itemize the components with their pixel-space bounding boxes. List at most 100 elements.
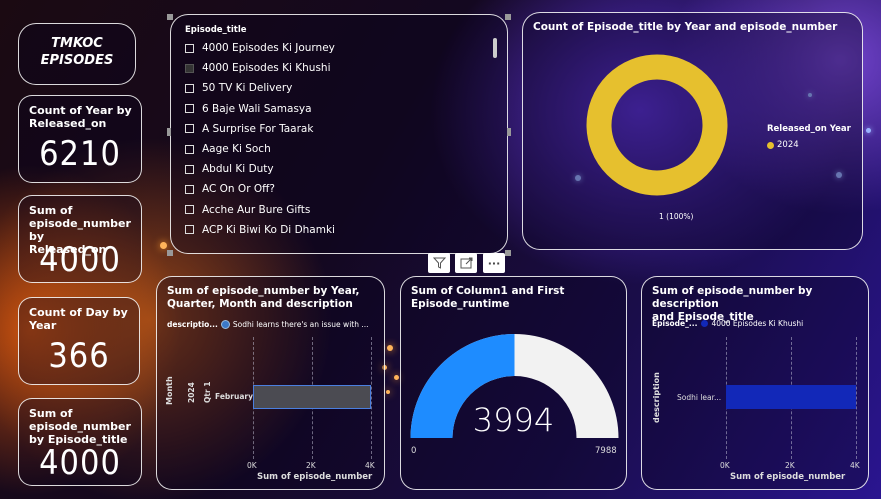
kpi-title: Count of Day by Year xyxy=(29,306,128,332)
kpi-value: 4000 xyxy=(39,443,121,483)
legend-label: 2024 xyxy=(777,140,799,150)
glow-dot xyxy=(160,242,167,249)
resize-handle[interactable] xyxy=(167,14,173,20)
slicer-item-label: A Surprise For Taarak xyxy=(202,122,314,135)
slicer-item-label: 50 TV Ki Delivery xyxy=(202,82,293,95)
donut-chart-card[interactable]: Count of Episode_title by Year and episo… xyxy=(522,12,863,250)
year-label: 2024 xyxy=(187,382,196,403)
resize-handle[interactable] xyxy=(505,14,511,20)
slicer-item-label: AC On Or Off? xyxy=(202,183,275,196)
x-tick: 4K xyxy=(850,461,860,470)
resize-handle[interactable] xyxy=(167,128,171,136)
glow-dot xyxy=(387,345,393,351)
slicer-item[interactable]: A Surprise For Taarak xyxy=(185,123,313,135)
checkbox[interactable] xyxy=(185,184,194,194)
slicer-item[interactable]: Aage Ki Soch xyxy=(185,143,271,155)
slicer-item[interactable]: ACP Ki Biwi Ko Di Dhamki xyxy=(185,224,335,236)
logo-card: TMKOC EPISODES xyxy=(18,23,136,85)
bar-chart-description-card[interactable]: Sum of episode_number by description and… xyxy=(641,276,869,490)
y-axis-title: description xyxy=(652,372,661,423)
checkbox[interactable] xyxy=(185,225,194,235)
slicer-item-label: ACP Ki Biwi Ko Di Dhamki xyxy=(202,223,335,236)
kpi-title: Sum of episode_number by Episode_title xyxy=(29,407,131,446)
chart-legend: Episode_... 4000 Episodes Ki Khushi xyxy=(652,319,803,328)
kpi-value: 6210 xyxy=(39,134,121,174)
checkbox[interactable] xyxy=(185,83,194,93)
logo-line2: EPISODES xyxy=(40,53,114,68)
slicer-item-label: 6 Baje Wali Samasya xyxy=(202,102,312,115)
bar-february[interactable] xyxy=(253,385,371,409)
checkbox[interactable] xyxy=(185,164,194,174)
funnel-icon xyxy=(432,257,446,269)
bar-chart-month-card[interactable]: Sum of episode_number by Year, Quarter, … xyxy=(156,276,385,490)
slicer-scrollbar[interactable] xyxy=(493,38,497,58)
filter-button[interactable] xyxy=(428,253,450,273)
checkbox[interactable] xyxy=(185,205,194,215)
legend-label: Sodhi learns there's an issue with ... xyxy=(232,320,369,329)
slicer-item[interactable]: Abdul Ki Duty xyxy=(185,163,274,175)
focus-mode-button[interactable] xyxy=(455,253,477,273)
x-tick: 0K xyxy=(247,461,257,470)
slicer-item[interactable]: 4000 Episodes Ki Khushi xyxy=(185,62,330,74)
kpi-card-sum-episode-released[interactable]: Sum of episode_number by Released_on 400… xyxy=(18,195,142,283)
slicer-item-label: Abdul Ki Duty xyxy=(202,163,274,176)
focus-mode-icon xyxy=(460,257,472,269)
glow-dot xyxy=(386,390,390,394)
gauge-max: 7988 xyxy=(595,446,617,456)
chart-title-line1: Sum of episode_number by Year, xyxy=(167,285,360,297)
glow-dot xyxy=(866,128,871,133)
slicer-item[interactable]: 6 Baje Wali Samasya xyxy=(185,103,312,115)
resize-handle[interactable] xyxy=(505,250,511,256)
slicer-item-label: 4000 Episodes Ki Khushi xyxy=(202,62,331,75)
checkbox[interactable] xyxy=(185,144,194,154)
slicer-item-label: Aage Ki Soch xyxy=(202,143,271,155)
gauge-min: 0 xyxy=(411,446,417,456)
plot-area xyxy=(253,337,372,459)
chart-title-line1: Sum of episode_number by description xyxy=(652,285,813,310)
resize-handle[interactable] xyxy=(167,250,173,256)
bar-sodhi[interactable] xyxy=(726,385,856,409)
kpi-card-count-day[interactable]: Count of Day by Year 366 xyxy=(18,297,140,385)
chart-title: Sum of episode_number by Year, Quarter, … xyxy=(167,285,360,311)
checkbox[interactable] xyxy=(185,43,194,53)
slicer-item[interactable]: AC On Or Off? xyxy=(185,183,275,195)
gridline xyxy=(856,337,857,459)
logo-text: TMKOC EPISODES xyxy=(19,35,135,69)
kpi-title: Count of Year by Released_on xyxy=(29,104,132,130)
data-label: 1 (100%) xyxy=(659,212,694,221)
kpi-value: 366 xyxy=(48,336,110,376)
category-label: Sodhi lear... xyxy=(677,393,722,402)
chart-legend: descriptio... Sodhi learns there's an is… xyxy=(167,320,369,329)
gauge-value: 3994 xyxy=(472,401,555,439)
legend-item[interactable]: 2024 xyxy=(767,140,799,150)
resize-handle[interactable] xyxy=(507,128,511,136)
quarter-label: Qtr 1 xyxy=(203,381,212,404)
kpi-value: 4000 xyxy=(39,240,121,280)
legend-marker xyxy=(220,320,230,329)
x-tick: 2K xyxy=(785,461,795,470)
legend-key: descriptio... xyxy=(167,320,218,329)
category-label: February xyxy=(215,392,253,401)
slicer-item[interactable]: 50 TV Ki Delivery xyxy=(185,82,292,94)
legend-marker xyxy=(767,141,774,149)
slicer-item[interactable]: Acche Aur Bure Gifts xyxy=(185,204,310,216)
x-tick: 0K xyxy=(720,461,730,470)
legend-key: Episode_... xyxy=(652,319,698,328)
checkbox[interactable] xyxy=(185,63,194,73)
episode-title-slicer[interactable]: Episode_title 4000 Episodes Ki Journey 40… xyxy=(170,14,508,254)
legend-marker xyxy=(701,320,709,327)
logo-line1: TMKOC xyxy=(51,36,103,51)
kpi-card-sum-episode-title[interactable]: Sum of episode_number by Episode_title 4… xyxy=(18,398,142,486)
x-axis-title: Sum of episode_number xyxy=(257,472,373,482)
more-options-button[interactable]: ··· xyxy=(483,253,505,273)
slicer-item-label: 4000 Episodes Ki Journey xyxy=(202,42,335,54)
gauge-card[interactable]: Sum of Column1 and First Episode_runtime… xyxy=(400,276,627,490)
slicer-item-label: Acche Aur Bure Gifts xyxy=(202,203,311,216)
checkbox[interactable] xyxy=(185,124,194,134)
kpi-card-count-year[interactable]: Count of Year by Released_on 6210 xyxy=(18,95,142,183)
slicer-item[interactable]: 4000 Episodes Ki Journey xyxy=(185,42,335,54)
chart-title-line2: Quarter, Month and description xyxy=(167,298,353,310)
legend-label: 4000 Episodes Ki Khushi xyxy=(711,319,804,328)
checkbox[interactable] xyxy=(185,104,194,114)
donut-slice-2024[interactable] xyxy=(586,54,728,196)
